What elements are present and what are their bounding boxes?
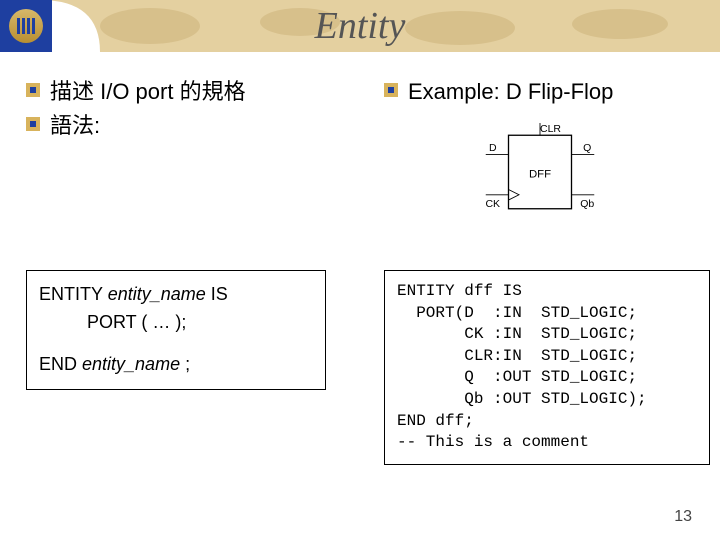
bullet-icon (26, 83, 40, 97)
bullet-item: Example: D Flip-Flop (384, 78, 710, 106)
bullet-text: 語法: (50, 112, 100, 140)
bullet-item: 描述 I/O port 的規格 (26, 78, 366, 106)
pin-qb-label: Qb (580, 198, 594, 210)
bullet-text: 描述 I/O port 的規格 (50, 78, 246, 106)
left-column: 描述 I/O port 的規格 語法: (26, 78, 366, 145)
bullet-icon (384, 83, 398, 97)
pin-d-label: D (489, 142, 497, 154)
bullet-icon (26, 117, 40, 131)
syntax-placeholder: entity_name (108, 284, 206, 304)
slide-title: Entity (315, 4, 406, 48)
syntax-keyword: IS (206, 284, 228, 304)
bullet-item: 語法: (26, 112, 366, 140)
pin-q-label: Q (583, 142, 591, 154)
dff-diagram: D CK Q Qb CLR DFF (470, 118, 610, 226)
code-box: ENTITY dff IS PORT(D :IN STD_LOGIC; CK :… (384, 270, 710, 465)
right-column: Example: D Flip-Flop (384, 78, 710, 112)
syntax-keyword: ENTITY (39, 284, 108, 304)
syntax-keyword: END (39, 354, 82, 374)
title-band: Entity (0, 0, 720, 52)
pin-clr-label: CLR (540, 123, 561, 135)
syntax-box: ENTITY entity_name IS PORT ( … ); END en… (26, 270, 326, 390)
bullet-text: Example: D Flip-Flop (408, 78, 613, 106)
pin-ck-label: CK (485, 198, 500, 210)
org-logo (0, 0, 52, 52)
page-number: 13 (674, 508, 692, 526)
dff-block-label: DFF (529, 168, 551, 180)
title-curve-decor (40, 0, 120, 52)
syntax-placeholder: entity_name (82, 354, 180, 374)
syntax-text: ; (180, 354, 190, 374)
content-area: 描述 I/O port 的規格 語法: Example: D Flip-Flop (0, 78, 720, 528)
slide: Entity 描述 I/O port 的規格 語法: Example: D Fl… (0, 0, 720, 540)
syntax-port-line: PORT ( … ); (39, 309, 313, 337)
